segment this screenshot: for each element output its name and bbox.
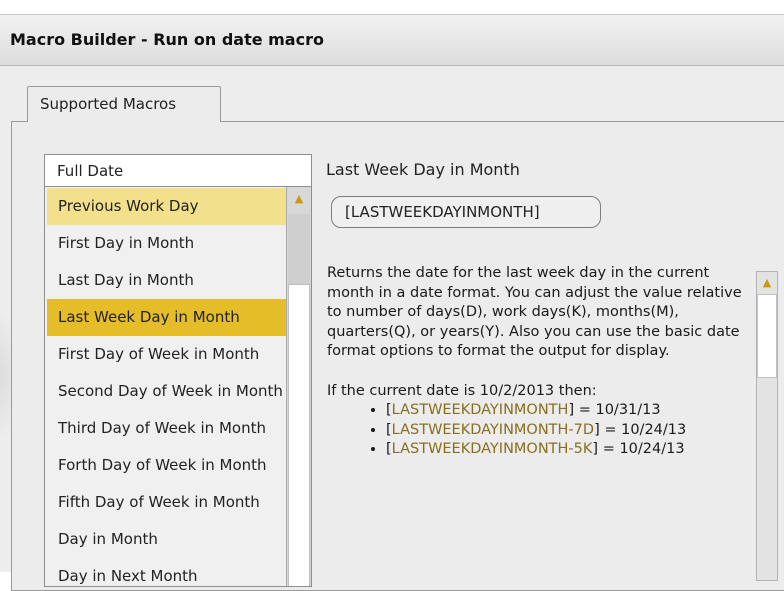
example-token: LASTWEEKDAYINMONTH (391, 441, 569, 457)
description-scrollbar-thumb[interactable] (757, 294, 777, 378)
list-item[interactable]: Last Day in Month (47, 262, 286, 299)
example-item: [LASTWEEKDAYINMONTH] = 10/31/13 (386, 401, 752, 421)
list-item[interactable]: Last Week Day in Month (47, 299, 286, 336)
macro-description-area: Returns the date for the last week day i… (322, 264, 752, 584)
list-item[interactable]: First Day in Month (47, 225, 286, 262)
example-item: [LASTWEEKDAYINMONTH-7D] = 10/24/13 (386, 421, 752, 441)
example-result: ] = 10/24/13 (594, 421, 687, 438)
macro-list-scrollbar[interactable]: ▲ (286, 187, 311, 586)
example-list: [LASTWEEKDAYINMONTH] = 10/31/13[LASTWEEK… (322, 401, 752, 460)
macro-list[interactable]: Previous Work Day First Day in Month Last … (44, 187, 312, 587)
scroll-up-icon[interactable]: ▲ (288, 188, 310, 210)
top-margin (0, 0, 784, 14)
list-item[interactable]: First Day of Week in Month (47, 336, 286, 373)
category-dropdown[interactable]: Full Date (44, 154, 312, 187)
tab-label: Supported Macros (40, 95, 177, 113)
example-modifier: -5K (568, 441, 593, 457)
window-titlebar: Macro Builder - Run on date macro (0, 14, 784, 66)
list-item[interactable]: Day in Next Month (47, 558, 286, 586)
macro-list-items: Previous Work Day First Day in Month Last … (47, 188, 286, 586)
example-token: LASTWEEKDAYINMONTH (391, 402, 569, 418)
list-item[interactable]: Previous Work Day (47, 188, 286, 225)
list-item[interactable]: Fifth Day of Week in Month (47, 484, 286, 521)
list-item[interactable]: Day in Month (47, 521, 286, 558)
description-scrollbar[interactable]: ▲ (756, 271, 778, 581)
scroll-up-icon[interactable]: ▲ (757, 274, 777, 292)
category-dropdown-value: Full Date (57, 162, 124, 180)
macro-description: Returns the date for the last week day i… (327, 265, 742, 359)
example-modifier: -7D (568, 421, 595, 438)
example-result: ] = 10/31/13 (568, 402, 661, 418)
scrollbar-thumb[interactable] (288, 284, 310, 586)
macro-code-box[interactable]: [LASTWEEKDAYINMONTH] (331, 196, 601, 228)
window-title: Macro Builder - Run on date macro (10, 30, 324, 49)
example-item: [LASTWEEKDAYINMONTH-5K] = 10/24/13 (386, 440, 752, 460)
macro-title: Last Week Day in Month (326, 160, 520, 179)
example-token: LASTWEEKDAYINMONTH (391, 421, 569, 438)
list-item[interactable]: Third Day of Week in Month (47, 410, 286, 447)
list-item[interactable]: Forth Day of Week in Month (47, 447, 286, 484)
scrollbar-track[interactable] (288, 214, 310, 284)
example-result: ] = 10/24/13 (592, 441, 685, 457)
tab-supported-macros[interactable]: Supported Macros (27, 86, 221, 122)
list-item[interactable]: Second Day of Week in Month (47, 373, 286, 410)
example-intro: If the current date is 10/2/2013 then: (327, 382, 597, 399)
